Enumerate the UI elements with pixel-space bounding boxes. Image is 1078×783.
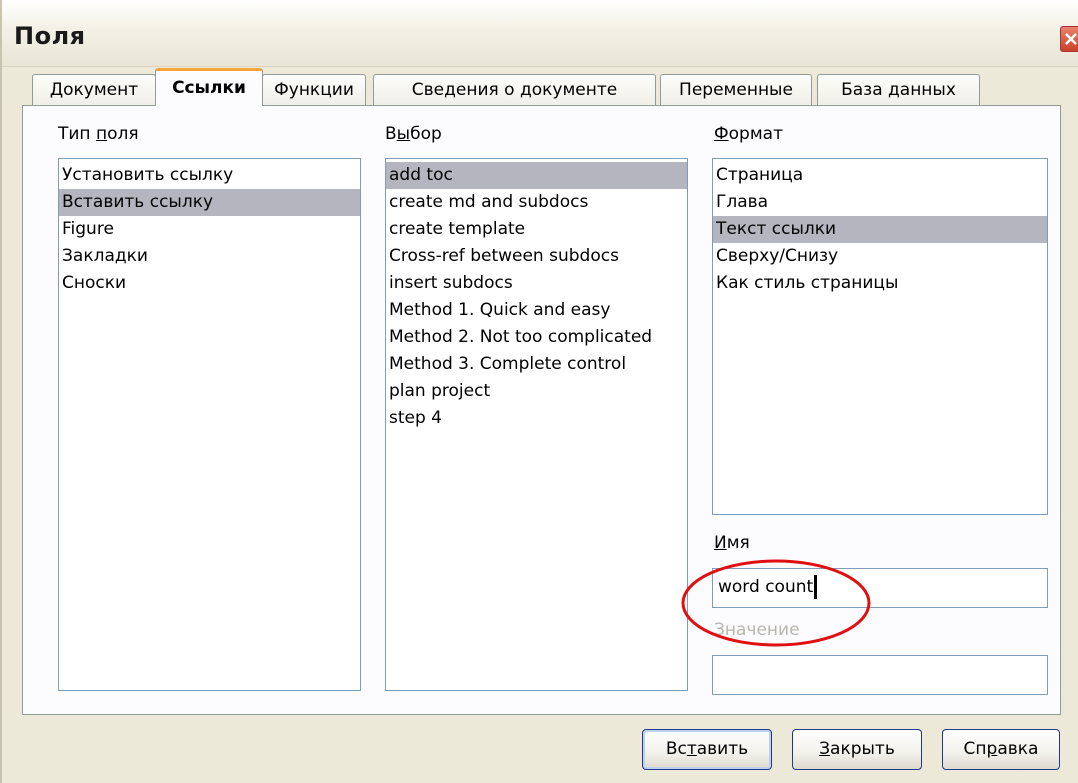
field-type-item[interactable]: Закладки	[59, 243, 360, 270]
close-window-button[interactable]	[1060, 26, 1078, 52]
field-type-item[interactable]: Установить ссылку	[59, 162, 360, 189]
format-item[interactable]: Сверху/Снизу	[713, 243, 1047, 270]
selection-item[interactable]: step 4	[386, 405, 687, 432]
name-value: word count	[718, 577, 814, 597]
selection-item[interactable]: plan project	[386, 378, 687, 405]
close-icon	[1065, 33, 1077, 45]
tab-references[interactable]: Ссылки	[155, 68, 263, 106]
dialog-title: Поля	[14, 22, 86, 50]
format-item[interactable]: Текст ссылки	[713, 216, 1047, 243]
tab-variables[interactable]: Переменные	[660, 74, 812, 105]
tab-document-info[interactable]: Сведения о документе	[373, 74, 656, 105]
format-list[interactable]: Страница Глава Текст ссылки Сверху/Снизу…	[712, 158, 1048, 515]
title-bar[interactable]: Поля	[2, 0, 1078, 67]
selection-item[interactable]: Method 2. Not too complicated	[386, 324, 687, 351]
name-label: Имя	[714, 533, 750, 553]
tab-database[interactable]: База данных	[817, 74, 980, 105]
value-label: Значение	[714, 620, 800, 640]
format-item[interactable]: Страница	[713, 162, 1047, 189]
field-type-item[interactable]: Вставить ссылку	[59, 189, 360, 216]
selection-list[interactable]: add toc create md and subdocs create tem…	[385, 158, 688, 691]
fields-dialog: Поля Документ Ссылки Функции Сведения о …	[0, 0, 1078, 783]
text-caret	[814, 575, 818, 599]
selection-item[interactable]: Method 3. Complete control	[386, 351, 687, 378]
format-label: Формат	[714, 124, 783, 144]
field-type-item[interactable]: Сноски	[59, 270, 360, 297]
value-field[interactable]	[712, 655, 1048, 695]
field-type-label: Тип поля	[58, 124, 139, 144]
tab-document[interactable]: Документ	[32, 74, 156, 105]
tab-strip: Документ Ссылки Функции Сведения о докум…	[2, 66, 1078, 106]
format-item[interactable]: Как стиль страницы	[713, 270, 1047, 297]
insert-button[interactable]: Вставить	[642, 729, 772, 770]
selection-item[interactable]: add toc	[386, 162, 687, 189]
close-button[interactable]: Закрыть	[792, 729, 922, 770]
name-field[interactable]: word count	[712, 568, 1048, 608]
selection-item[interactable]: Cross-ref between subdocs	[386, 243, 687, 270]
selection-item[interactable]: create template	[386, 216, 687, 243]
selection-label: Выбор	[385, 124, 442, 144]
selection-item[interactable]: create md and subdocs	[386, 189, 687, 216]
format-item[interactable]: Глава	[713, 189, 1047, 216]
selection-item[interactable]: Method 1. Quick and easy	[386, 297, 687, 324]
help-button[interactable]: Справка	[942, 729, 1060, 770]
field-type-list[interactable]: Установить ссылку Вставить ссылку Figure…	[58, 158, 361, 691]
field-type-item[interactable]: Figure	[59, 216, 360, 243]
tab-functions[interactable]: Функции	[262, 74, 366, 105]
selection-item[interactable]: insert subdocs	[386, 270, 687, 297]
